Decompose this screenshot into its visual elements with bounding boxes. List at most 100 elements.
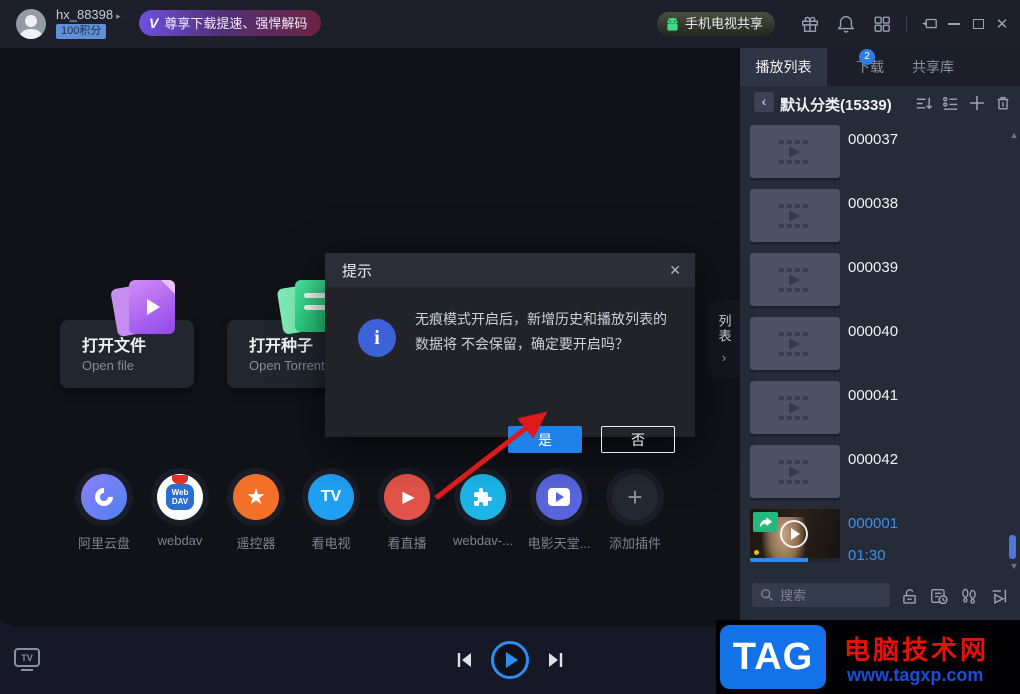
- playlist-item-current[interactable]: 000001 01:30: [740, 509, 1008, 567]
- close-button[interactable]: ✕: [991, 13, 1013, 35]
- lock-icon[interactable]: [897, 584, 921, 608]
- android-icon: [667, 17, 678, 31]
- username[interactable]: hx_88398 ▸: [56, 7, 121, 22]
- file-play-icon: [110, 278, 182, 340]
- minimize-icon: [948, 23, 960, 25]
- item-name: 000037: [848, 131, 899, 148]
- delete-icon[interactable]: [992, 92, 1014, 114]
- video-thumbnail: [750, 381, 840, 434]
- incognito-footprints-icon[interactable]: [957, 584, 981, 608]
- mini-mode-icon[interactable]: [918, 13, 940, 35]
- playlist-item[interactable]: 000037: [740, 125, 1008, 183]
- open-file-subtitle: Open file: [82, 358, 135, 373]
- video-icon: [536, 474, 582, 520]
- search-box[interactable]: [752, 583, 890, 607]
- confirm-dialog: 提示 ✕ i 无痕模式开启后，新增历史和播放列表的数据将 不会保留，确定要开启吗…: [325, 253, 695, 453]
- yes-button[interactable]: 是: [508, 426, 582, 453]
- sort-icon[interactable]: [912, 92, 934, 114]
- playlist-item[interactable]: 000039: [740, 253, 1008, 311]
- category-header: ‹ 默认分类(15339): [740, 86, 1020, 120]
- dialog-title: 提示: [342, 262, 373, 280]
- plugin-label: 电影天堂...: [527, 536, 591, 551]
- share-badge-icon: [753, 512, 778, 532]
- play-overlay-icon: [780, 520, 808, 548]
- scroll-down-icon[interactable]: ▼: [1008, 561, 1020, 571]
- maximize-button[interactable]: [967, 13, 989, 35]
- chevron-right-icon: ▸: [116, 11, 121, 21]
- current-item-name: 000001: [848, 515, 899, 532]
- panel-toolbar: [740, 583, 1020, 609]
- play-icon: [505, 652, 518, 668]
- playlist-panel: 播放列表 下载 2 共享库 ‹ 默认分类(15339) 000037 00003…: [740, 48, 1020, 694]
- item-name: 000039: [848, 259, 899, 276]
- plugin-add[interactable]: + 添加插件: [599, 468, 671, 552]
- aliyun-drive-icon: [81, 474, 127, 520]
- plugin-watch-tv[interactable]: TV 看电视: [295, 468, 367, 552]
- minimize-button[interactable]: [943, 13, 965, 35]
- locate-playing-icon[interactable]: [987, 584, 1011, 608]
- playlist-item[interactable]: 000041: [740, 381, 1008, 439]
- status-dot: [754, 550, 759, 555]
- avatar-head: [25, 15, 37, 27]
- back-button[interactable]: ‹: [754, 92, 774, 112]
- show-playlist-tab[interactable]: 列表 ›: [708, 300, 740, 378]
- plus-icon: +: [612, 474, 658, 520]
- watermark-site-name: 电脑技术网: [844, 635, 990, 665]
- info-icon: i: [358, 319, 396, 357]
- item-name: 000042: [848, 451, 899, 468]
- video-thumbnail: [750, 125, 840, 178]
- tab-shared-library[interactable]: 共享库: [903, 48, 963, 86]
- puzzle-icon: [460, 474, 506, 520]
- plugin-label: 遥控器: [236, 536, 276, 551]
- title-bar: hx_88398 ▸ 100积分 V 尊享下载提速、强悍解码 手机电视共享 ✕: [0, 0, 1020, 48]
- history-icon[interactable]: [927, 584, 951, 608]
- plugin-movie-heaven[interactable]: 电影天堂...: [523, 468, 595, 552]
- plugin-webdav[interactable]: Web DAV webdav: [144, 468, 216, 548]
- plugin-remote-control[interactable]: ★ 遥控器: [220, 468, 292, 552]
- vip-icon: V: [149, 15, 159, 31]
- item-name: 000038: [848, 195, 899, 212]
- add-icon[interactable]: [966, 92, 988, 114]
- plugin-label: webdav: [157, 533, 203, 548]
- playlist-item[interactable]: 000042: [740, 445, 1008, 503]
- promo-label: 尊享下载提速、强悍解码: [164, 16, 308, 31]
- plugin-label: 看直播: [387, 536, 427, 551]
- plugin-webdav2[interactable]: webdav-...: [447, 468, 519, 548]
- player-app-window: hx_88398 ▸ 100积分 V 尊享下载提速、强悍解码 手机电视共享 ✕ 打开…: [0, 0, 1020, 694]
- tv-mode-button[interactable]: TV: [14, 648, 40, 672]
- current-item-duration: 01:30: [848, 547, 886, 564]
- apps-grid-icon[interactable]: [871, 13, 893, 35]
- plugin-label: 看电视: [311, 536, 351, 551]
- previous-button[interactable]: [455, 652, 473, 668]
- current-video-thumbnail: [750, 509, 840, 562]
- scroll-up-icon[interactable]: ▲: [1008, 130, 1020, 140]
- item-name: 000040: [848, 323, 899, 340]
- tab-playlist[interactable]: 播放列表: [740, 48, 827, 86]
- plugin-live[interactable]: ▶ 看直播: [371, 468, 443, 552]
- tv-icon: TV: [308, 474, 354, 520]
- bell-icon[interactable]: [835, 13, 857, 35]
- video-thumbnail: [750, 253, 840, 306]
- chevron-right-icon: ›: [721, 349, 727, 365]
- user-avatar[interactable]: [16, 9, 46, 39]
- view-mode-icon[interactable]: [939, 92, 961, 114]
- video-thumbnail: [750, 189, 840, 242]
- playlist-item[interactable]: 000038: [740, 189, 1008, 247]
- search-input[interactable]: [780, 587, 880, 603]
- player-control-bar: [0, 620, 740, 694]
- scrollbar-thumb[interactable]: [1009, 535, 1016, 559]
- gift-icon[interactable]: [799, 13, 821, 35]
- username-text: hx_88398: [56, 7, 114, 22]
- no-button[interactable]: 否: [601, 426, 675, 453]
- playlist-item[interactable]: 000040: [740, 317, 1008, 375]
- plugin-label: 添加插件: [608, 536, 661, 551]
- dialog-close-icon[interactable]: ✕: [669, 262, 681, 279]
- next-button[interactable]: [547, 652, 565, 668]
- search-icon: [761, 589, 773, 601]
- play-button[interactable]: [491, 641, 529, 679]
- plugin-aliyundrive[interactable]: 阿里云盘: [68, 468, 140, 552]
- item-name: 000041: [848, 387, 899, 404]
- phone-tv-share-button[interactable]: 手机电视共享: [657, 12, 776, 36]
- divider: [906, 16, 907, 32]
- vip-promo-button[interactable]: V 尊享下载提速、强悍解码: [139, 10, 322, 36]
